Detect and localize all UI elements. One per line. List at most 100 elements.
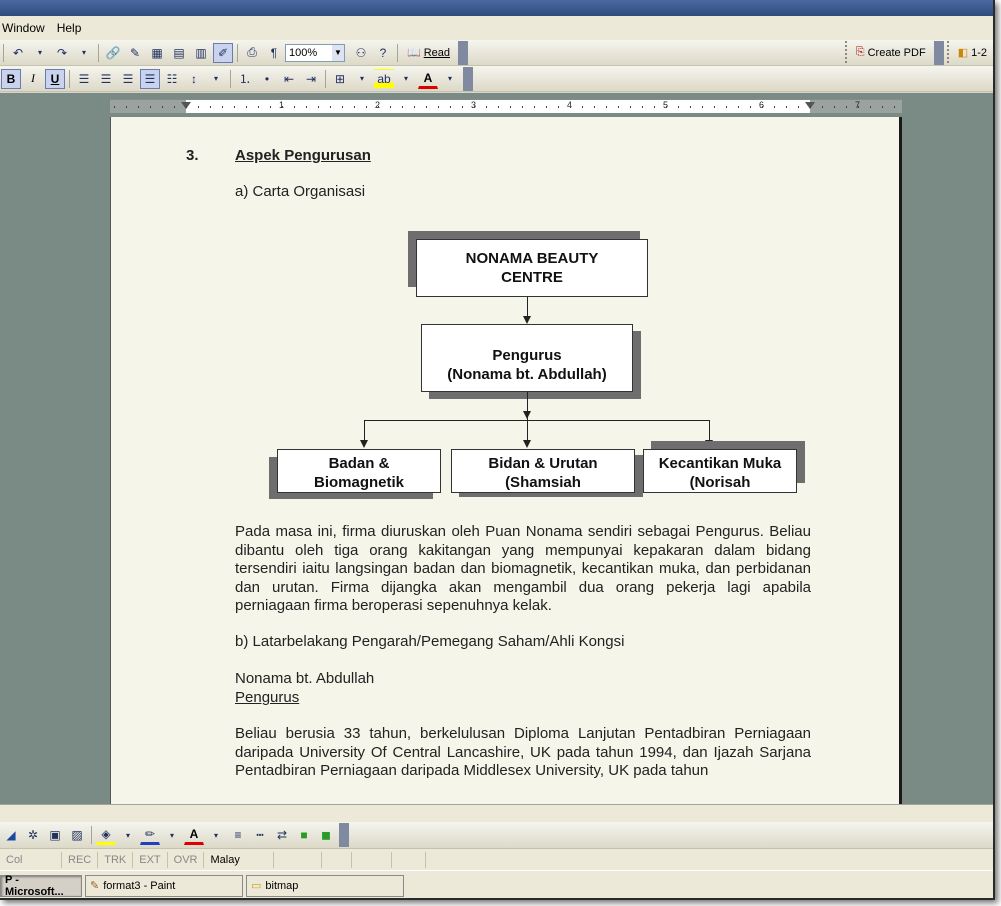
create-pdf-button[interactable]: ⎘ Create PDF xyxy=(851,43,931,63)
status-ext[interactable]: EXT xyxy=(133,851,168,868)
status-trk[interactable]: TRK xyxy=(98,851,134,868)
paint-icon: ✎ xyxy=(90,880,100,892)
fill-dropdown-icon[interactable]: ▾ xyxy=(118,825,138,845)
ruler-tick xyxy=(534,106,535,108)
undo-icon[interactable]: ↶ xyxy=(8,43,28,63)
line-color-icon[interactable]: ✏ xyxy=(140,825,160,845)
help-icon[interactable]: ? xyxy=(373,43,393,63)
extra-toolbar-button[interactable]: ◧ 1-2 xyxy=(953,43,992,63)
wordart-icon[interactable]: ◢ xyxy=(1,825,21,845)
org-top-box[interactable]: NONAMA BEAUTY CENTRE xyxy=(416,239,648,297)
ruler-tick xyxy=(654,106,655,108)
font-color-icon[interactable]: A xyxy=(184,825,204,845)
pdf-icon: ⎘ xyxy=(855,46,865,58)
document-map-icon[interactable]: ⎙ xyxy=(242,43,262,63)
org-manager-box[interactable]: Pengurus (Nonama bt. Abdullah) xyxy=(421,324,633,392)
decrease-indent-icon[interactable]: ⇤ xyxy=(279,69,299,89)
redo-dropdown-icon[interactable]: ▾ xyxy=(74,43,94,63)
justify-icon[interactable]: ☰ xyxy=(140,68,160,89)
ruler-tick xyxy=(246,106,247,108)
toolbar-options-icon[interactable] xyxy=(458,40,468,65)
ruler-tick xyxy=(522,106,523,108)
highlight-icon[interactable]: ab xyxy=(374,68,394,89)
font-color-dropdown-icon[interactable]: ▾ xyxy=(440,69,460,89)
subsection-a-heading: a) Carta Organisasi xyxy=(235,183,366,200)
org-manager-line-1: Pengurus xyxy=(492,347,562,364)
org-staff-box-3[interactable]: Kecantikan Muka (Norisah xyxy=(643,449,797,493)
undo-dropdown-icon[interactable]: ▾ xyxy=(30,43,50,63)
italic-button[interactable]: I xyxy=(23,69,43,89)
3d-style-icon[interactable]: ◼ xyxy=(316,825,336,845)
align-center-icon[interactable]: ☰ xyxy=(96,69,116,89)
drawing-icon[interactable]: ✐ xyxy=(213,42,233,63)
read-label: Read xyxy=(423,46,450,59)
taskbar-item-word[interactable]: P - Microsoft... xyxy=(0,874,82,898)
diagram-icon[interactable]: ✲ xyxy=(23,825,43,845)
zoom-select[interactable]: 100% ▼ xyxy=(285,43,345,62)
toolbar-options-icon[interactable] xyxy=(339,823,349,847)
font-color-dropdown-icon[interactable]: ▾ xyxy=(206,825,226,845)
bold-button[interactable]: B xyxy=(1,68,21,89)
line-style-icon[interactable]: ≡ xyxy=(228,825,248,845)
toolbar-options-icon[interactable] xyxy=(933,40,944,65)
status-ovr[interactable]: OVR xyxy=(168,851,205,868)
taskbar-item-paint[interactable]: ✎ format3 - Paint xyxy=(85,874,243,897)
status-col: Col xyxy=(0,851,62,868)
arrow-head xyxy=(523,411,531,419)
clipart-icon[interactable]: ▣ xyxy=(45,825,65,845)
align-right-icon[interactable]: ☰ xyxy=(118,69,138,89)
connector-line xyxy=(709,420,710,440)
toolbar-options-icon[interactable] xyxy=(463,66,473,91)
toolbar-separator xyxy=(230,69,231,88)
hyperlink-icon[interactable]: 🔗 xyxy=(103,43,123,63)
org-staff-1-line-2: Biomagnetik xyxy=(313,474,404,491)
menu-help[interactable]: Help xyxy=(55,21,92,35)
org-staff-2-line-1: Bidan & Urutan xyxy=(488,455,598,472)
tables-borders-icon[interactable]: ✎ xyxy=(125,43,145,63)
share-icon[interactable]: ⚇ xyxy=(351,43,371,63)
read-button[interactable]: 📖 Read xyxy=(402,43,455,63)
highlight-dropdown-icon[interactable]: ▾ xyxy=(396,69,416,89)
bullets-icon[interactable]: • xyxy=(257,69,277,89)
picture-icon[interactable]: ▨ xyxy=(67,825,87,845)
org-staff-2-line-2: (Shamsiah xyxy=(505,474,581,491)
toolbar-separator xyxy=(98,43,99,62)
distributed-icon[interactable]: ☷ xyxy=(162,69,182,89)
horizontal-scrollbar[interactable] xyxy=(0,804,993,822)
ruler-tick xyxy=(474,106,475,108)
ruler-tick xyxy=(822,106,823,108)
document-page[interactable]: 3. Aspek Pengurusan a) Carta Organisasi … xyxy=(110,117,902,804)
section-title: Aspek Pengurusan xyxy=(235,147,371,164)
connector-line xyxy=(364,420,365,440)
ruler-number: 2 xyxy=(375,100,381,110)
taskbar-item-bitmap[interactable]: ▭ bitmap xyxy=(246,874,404,897)
dash-style-icon[interactable]: ┅ xyxy=(250,825,270,845)
horizontal-ruler[interactable]: 1 2 3 4 5 6 7 xyxy=(110,99,902,113)
underline-button[interactable]: U xyxy=(45,68,65,89)
font-color-icon[interactable]: A xyxy=(418,69,438,89)
ruler-tick xyxy=(546,106,547,108)
redo-icon[interactable]: ↷ xyxy=(52,43,72,63)
status-rec[interactable]: REC xyxy=(62,851,99,868)
insert-excel-icon[interactable]: ▤ xyxy=(169,43,189,63)
fill-color-icon[interactable]: ◈ xyxy=(96,825,116,845)
arrow-style-icon[interactable]: ⇄ xyxy=(272,825,292,845)
toolbar-grip[interactable] xyxy=(841,40,850,65)
org-staff-box-1[interactable]: Badan & Biomagnetik xyxy=(277,449,441,493)
org-staff-box-2[interactable]: Bidan & Urutan (Shamsiah xyxy=(451,449,635,493)
numbering-icon[interactable]: ⒈ xyxy=(235,69,255,89)
toolbar-grip[interactable] xyxy=(943,40,952,65)
line-color-dropdown-icon[interactable]: ▾ xyxy=(162,825,182,845)
ruler-area: 1 2 3 4 5 6 7 xyxy=(0,93,993,117)
line-spacing-dropdown-icon[interactable]: ▾ xyxy=(206,69,226,89)
shadow-style-icon[interactable]: ■ xyxy=(294,825,314,845)
align-left-icon[interactable]: ☰ xyxy=(74,69,94,89)
borders-icon[interactable]: ⊞ xyxy=(330,69,350,89)
show-hide-icon[interactable]: ¶ xyxy=(264,43,284,63)
columns-icon[interactable]: ▥ xyxy=(191,43,211,63)
increase-indent-icon[interactable]: ⇥ xyxy=(301,69,321,89)
insert-table-icon[interactable]: ▦ xyxy=(147,43,167,63)
menu-window[interactable]: Window xyxy=(0,21,55,35)
line-spacing-icon[interactable]: ↕ xyxy=(184,69,204,89)
borders-dropdown-icon[interactable]: ▾ xyxy=(352,69,372,89)
